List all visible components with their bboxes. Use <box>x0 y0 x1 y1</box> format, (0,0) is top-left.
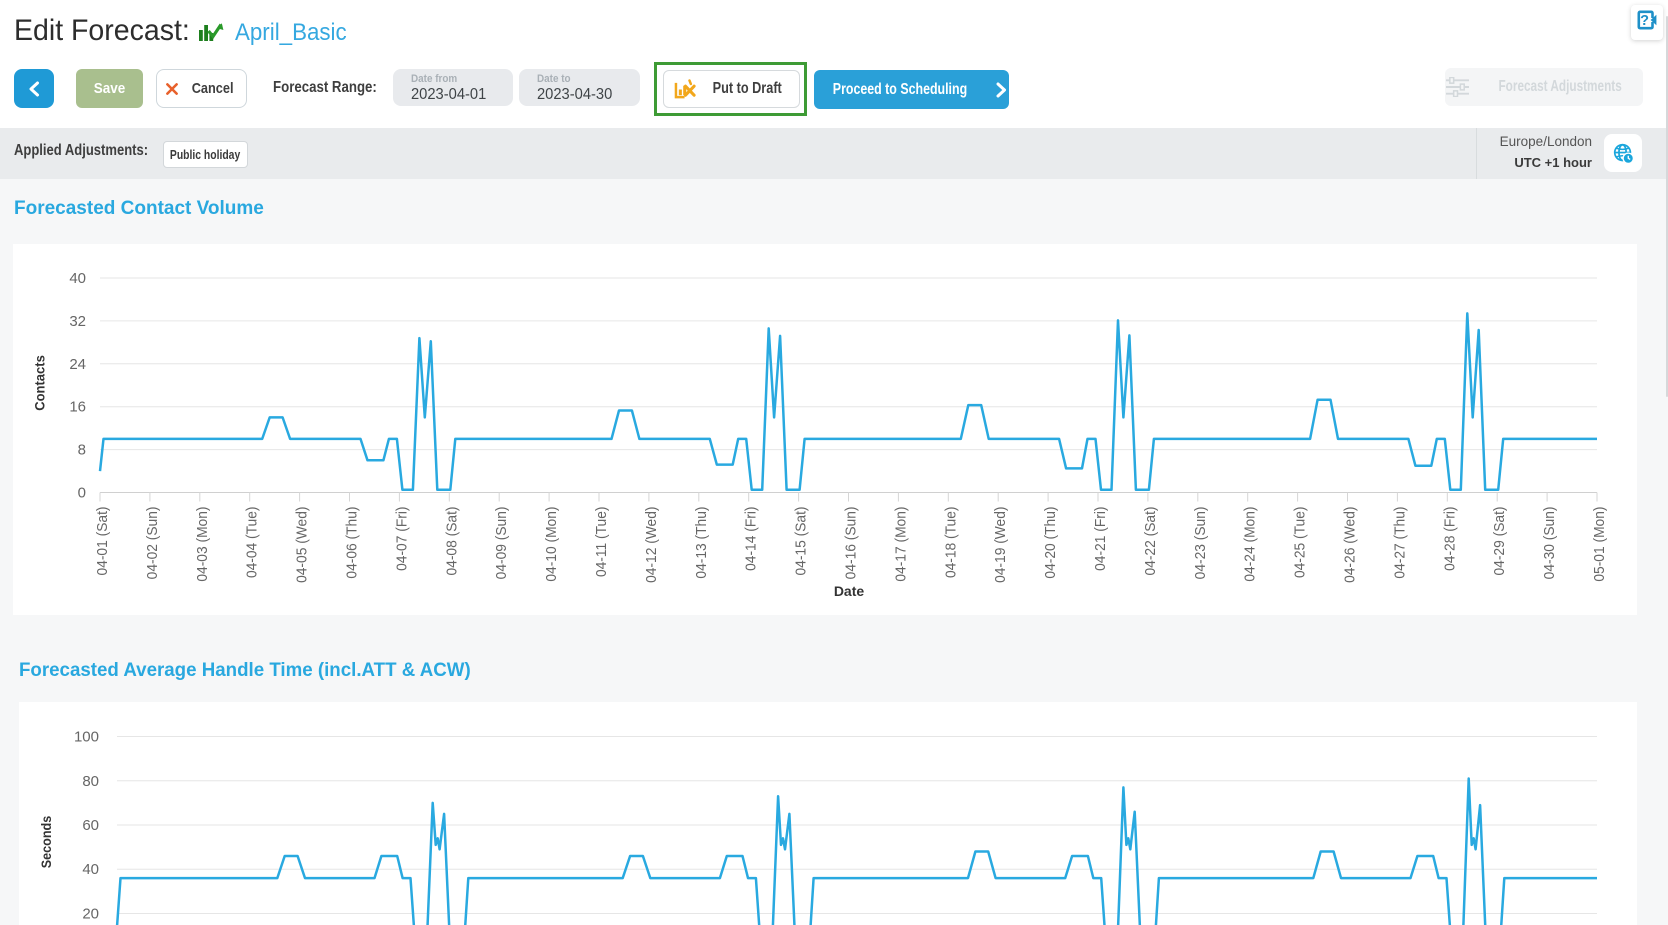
svg-text:04-15 (Sat): 04-15 (Sat) <box>793 507 810 576</box>
svg-text:04-23 (Sun): 04-23 (Sun) <box>1192 507 1209 580</box>
svg-text:04-07 (Fri): 04-07 (Fri) <box>394 507 411 571</box>
svg-text:04-18 (Tue): 04-18 (Tue) <box>943 507 960 579</box>
svg-text:24: 24 <box>69 356 86 373</box>
svg-text:04-27 (Thu): 04-27 (Thu) <box>1392 507 1409 579</box>
svg-text:04-24 (Mon): 04-24 (Mon) <box>1242 507 1259 582</box>
svg-text:?: ? <box>1640 13 1649 29</box>
svg-text:04-17 (Mon): 04-17 (Mon) <box>893 507 910 582</box>
svg-text:04-29 (Sat): 04-29 (Sat) <box>1492 507 1509 576</box>
svg-text:Seconds: Seconds <box>38 816 54 868</box>
svg-text:Date: Date <box>834 583 865 599</box>
svg-text:16: 16 <box>69 399 86 416</box>
svg-text:04-14 (Fri): 04-14 (Fri) <box>743 507 760 571</box>
svg-text:04-08 (Sat): 04-08 (Sat) <box>444 507 461 576</box>
svg-text:04-19 (Wed): 04-19 (Wed) <box>993 507 1010 583</box>
svg-text:04-28 (Fri): 04-28 (Fri) <box>1442 507 1459 571</box>
svg-text:20: 20 <box>82 906 99 923</box>
svg-text:04-13 (Thu): 04-13 (Thu) <box>693 507 710 579</box>
svg-text:04-16 (Sun): 04-16 (Sun) <box>843 507 860 580</box>
svg-text:04-03 (Mon): 04-03 (Mon) <box>194 507 211 582</box>
svg-text:100: 100 <box>74 729 99 746</box>
svg-text:04-04 (Tue): 04-04 (Tue) <box>244 507 261 579</box>
svg-text:05-01 (Mon): 05-01 (Mon) <box>1592 507 1609 582</box>
svg-text:8: 8 <box>78 442 86 459</box>
svg-text:04-10 (Mon): 04-10 (Mon) <box>544 507 561 582</box>
svg-text:04-05 (Wed): 04-05 (Wed) <box>294 507 311 583</box>
svg-text:04-12 (Wed): 04-12 (Wed) <box>643 507 660 583</box>
svg-text:40: 40 <box>82 861 99 878</box>
svg-text:04-01 (Sat): 04-01 (Sat) <box>95 507 112 576</box>
svg-text:80: 80 <box>82 773 99 790</box>
svg-text:32: 32 <box>69 313 86 330</box>
svg-text:04-22 (Sat): 04-22 (Sat) <box>1142 507 1159 576</box>
svg-text:60: 60 <box>82 817 99 834</box>
svg-text:04-11 (Tue): 04-11 (Tue) <box>594 507 611 578</box>
svg-text:0: 0 <box>78 485 86 502</box>
svg-text:04-25 (Tue): 04-25 (Tue) <box>1292 507 1309 579</box>
svg-text:04-02 (Sun): 04-02 (Sun) <box>144 507 161 580</box>
svg-text:04-09 (Sun): 04-09 (Sun) <box>494 507 511 580</box>
svg-text:04-20 (Thu): 04-20 (Thu) <box>1043 507 1060 579</box>
svg-text:04-26 (Wed): 04-26 (Wed) <box>1342 507 1359 583</box>
svg-text:04-06 (Thu): 04-06 (Thu) <box>344 507 361 579</box>
svg-text:40: 40 <box>69 270 86 287</box>
svg-text:Contacts: Contacts <box>32 355 48 411</box>
svg-text:04-21 (Fri): 04-21 (Fri) <box>1093 507 1110 571</box>
svg-text:04-30 (Sun): 04-30 (Sun) <box>1542 507 1559 580</box>
